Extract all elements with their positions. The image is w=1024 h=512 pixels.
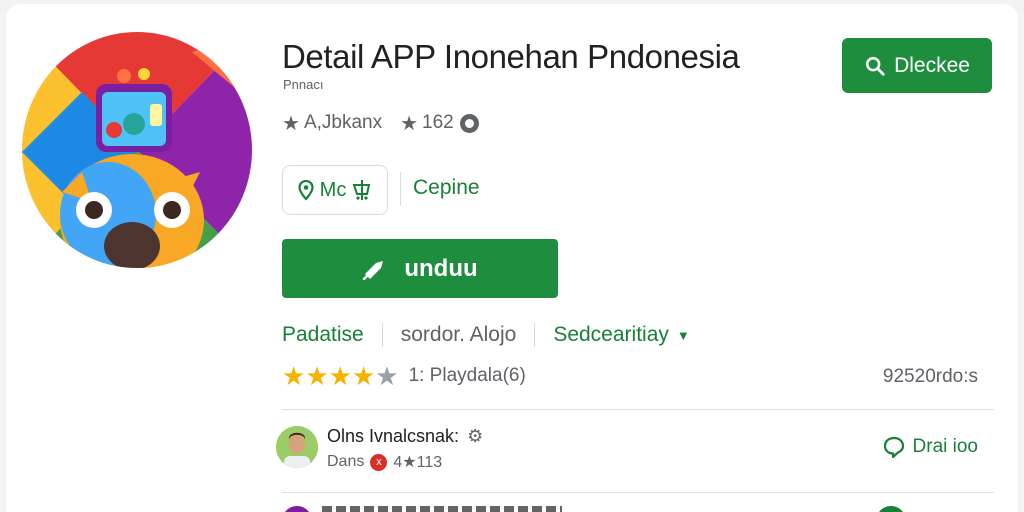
chip-divider [400,172,401,206]
star-icon: ★ [282,112,300,135]
badge-icon: x [370,453,388,471]
chat-bubble-icon [883,436,904,458]
developer-name[interactable]: A,Jbkanx [304,112,382,134]
review-meta: Dans x 4★113 [327,452,442,472]
install-label: unduu [404,254,478,282]
section-divider [282,492,994,493]
app-title: Detail APP Inonehan Pndonesia [282,38,740,75]
rocket-icon [363,260,384,280]
reply-label: Drai ioo [912,436,978,457]
star-icon: ★ [351,361,376,391]
rating-text: 1: Playdala(6) [408,365,526,386]
location-chip[interactable]: Mc [282,165,388,215]
next-review-preview [322,506,562,512]
reviewer-name-row: Olns Ivnalcsnak: ⚙ [327,426,483,447]
star-icon: ★ [328,361,352,391]
more-dropdown[interactable]: Sedcearitiay [553,323,669,347]
star-icon: ★ [400,112,419,135]
review-meta-name: Dans [327,453,365,470]
rating-row: ★ ★ ★ ★ ★ 1: Playdala(6) [282,362,526,390]
secondary-link[interactable]: Cepine [413,176,480,200]
download-count: 92520rdo:s [882,366,978,387]
location-chip-label: Mc [319,178,347,201]
avatar[interactable] [276,426,318,468]
links-divider [534,323,536,347]
reviewer-name: Olns Ivnalcsnak: [327,426,460,446]
app-subtitle: Pnnacı [283,77,324,92]
review-item: Olns Ivnalcsnak: ⚙ Dans x 4★113 Drai ioo [276,424,996,474]
cart-icon [352,180,371,200]
search-icon [865,56,885,76]
install-button[interactable]: unduu [282,239,558,298]
links-divider [381,323,383,347]
location-pin-icon [298,180,314,200]
star-icon: ★ [305,361,329,391]
chevron-down-icon[interactable]: ▼ [677,328,690,343]
search-action-label: Dleckee [894,53,970,77]
gear-icon[interactable]: ⚙ [467,426,483,447]
app-meta-row: ★ A,Jbkanx ★ 162 [282,110,479,136]
search-action-button[interactable]: Dleckee [842,38,992,93]
app-icon [22,32,252,268]
review-score: 4★113 [393,454,443,471]
reply-button[interactable]: Drai ioo [883,436,978,458]
section-divider [282,409,994,410]
star-icon: ★ [282,361,306,391]
rating-count-short: 162 [422,112,454,133]
info-links-row: Padatise sordor. Alojo Sedcearitiay ▼ [282,322,690,348]
category-link[interactable]: Padatise [282,323,364,347]
info-icon[interactable] [459,113,479,133]
star-icon: ★ [375,361,399,391]
content-rating-label: sordor. Alojo [400,323,517,346]
